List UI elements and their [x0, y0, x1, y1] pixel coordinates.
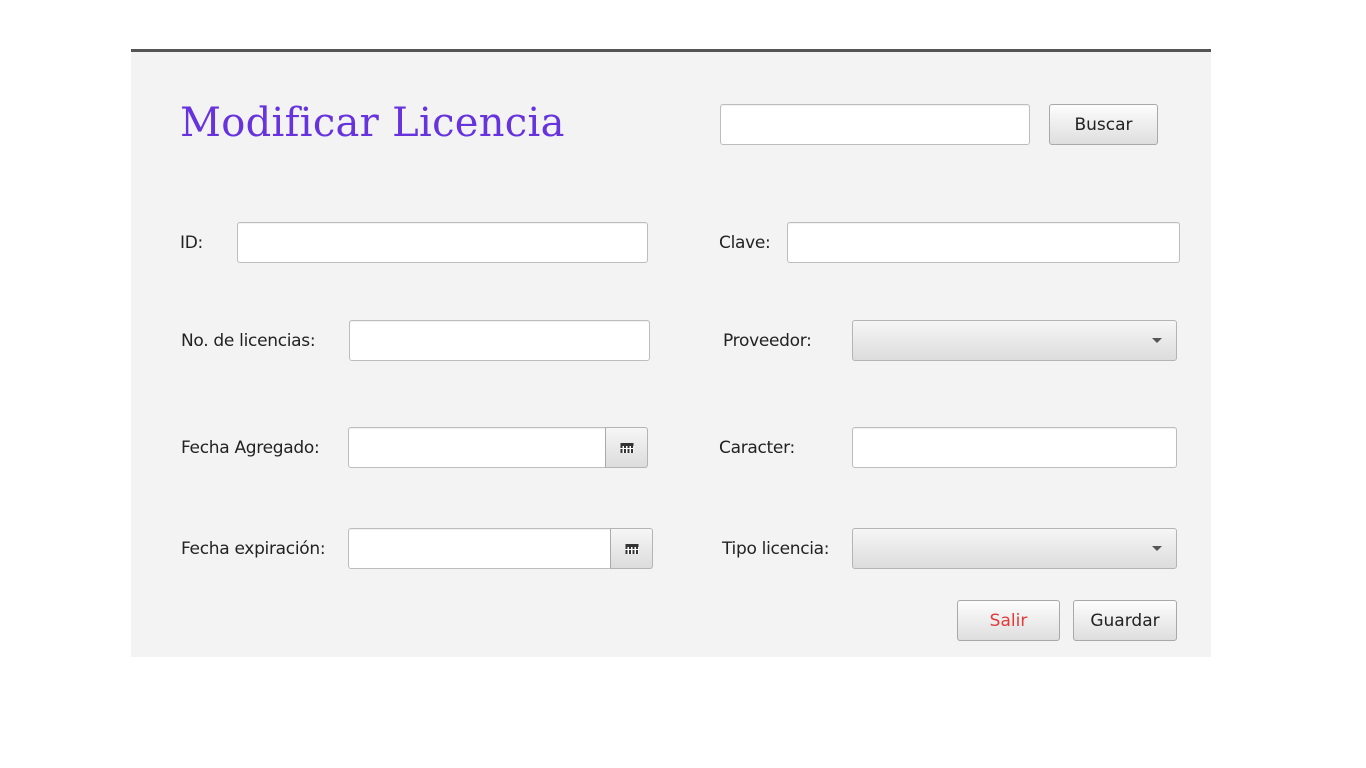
id-field[interactable] — [237, 222, 648, 263]
page-title: Modificar Licencia — [180, 100, 565, 146]
caracter-field[interactable] — [852, 427, 1177, 468]
fecha-expiracion-field[interactable] — [348, 528, 611, 569]
num-licencias-label: No. de licencias: — [181, 331, 316, 351]
clave-field[interactable] — [787, 222, 1180, 263]
fecha-agregado-field[interactable] — [348, 427, 606, 468]
fecha-agregado-label: Fecha Agregado: — [181, 438, 320, 458]
calendar-icon — [620, 442, 633, 453]
exit-button[interactable]: Salir — [957, 600, 1060, 641]
fecha-agregado-picker-button[interactable] — [605, 427, 648, 468]
search-input[interactable] — [720, 104, 1030, 145]
fecha-expiracion-label: Fecha expiración: — [181, 539, 326, 559]
proveedor-select[interactable] — [852, 320, 1177, 361]
tipo-licencia-label: Tipo licencia: — [722, 539, 830, 559]
chevron-down-icon — [1152, 546, 1162, 551]
clave-label: Clave: — [719, 233, 771, 253]
num-licencias-field[interactable] — [349, 320, 650, 361]
chevron-down-icon — [1152, 338, 1162, 343]
id-label: ID: — [180, 233, 203, 253]
license-form-panel: Modificar Licencia Buscar ID: Clave: No.… — [131, 49, 1211, 657]
calendar-icon — [625, 543, 638, 554]
search-button[interactable]: Buscar — [1049, 104, 1158, 145]
caracter-label: Caracter: — [719, 438, 795, 458]
proveedor-label: Proveedor: — [723, 331, 812, 351]
fecha-expiracion-picker-button[interactable] — [610, 528, 653, 569]
save-button[interactable]: Guardar — [1073, 600, 1177, 641]
tipo-licencia-select[interactable] — [852, 528, 1177, 569]
